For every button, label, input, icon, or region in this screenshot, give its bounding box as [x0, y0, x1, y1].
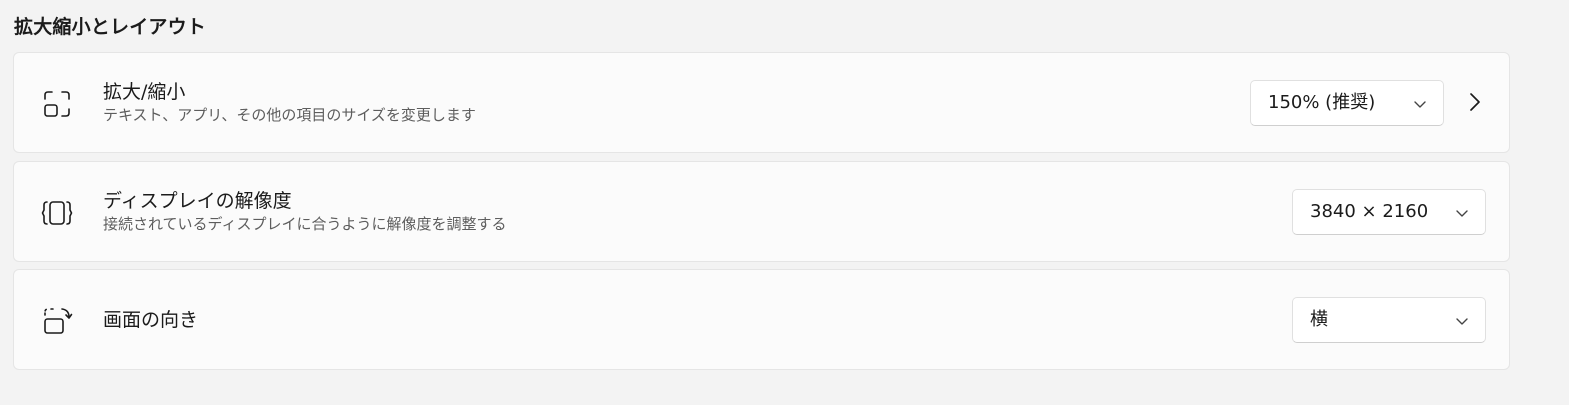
scale-dropdown-value: 150% (推奨)	[1268, 92, 1376, 113]
resolution-setting-card: ディスプレイの解像度 接続されているディスプレイに合うように解像度を調整する 3…	[13, 161, 1510, 262]
resolution-dropdown-value: 3840 × 2160	[1310, 201, 1429, 222]
resolution-description: 接続されているディスプレイに合うように解像度を調整する	[103, 215, 507, 233]
resolution-title: ディスプレイの解像度	[103, 190, 292, 212]
scale-icon	[41, 88, 73, 120]
resolution-icon	[41, 197, 73, 229]
scale-dropdown[interactable]: 150% (推奨)	[1250, 80, 1444, 126]
orientation-title: 画面の向き	[103, 309, 199, 331]
scale-title: 拡大/縮小	[103, 81, 186, 103]
orientation-setting-card: 画面の向き 横	[13, 269, 1510, 370]
section-title: 拡大縮小とレイアウト	[14, 16, 207, 38]
scale-description: テキスト、アプリ、その他の項目のサイズを変更します	[103, 106, 476, 124]
scale-setting-card: 拡大/縮小 テキスト、アプリ、その他の項目のサイズを変更します 150% (推奨…	[13, 52, 1510, 153]
orientation-icon	[41, 305, 73, 337]
chevron-down-icon	[1414, 101, 1426, 108]
resolution-dropdown[interactable]: 3840 × 2160	[1292, 189, 1486, 235]
chevron-down-icon	[1456, 318, 1468, 325]
chevron-right-icon[interactable]	[1464, 91, 1486, 113]
orientation-dropdown-value: 横	[1310, 309, 1328, 330]
orientation-dropdown[interactable]: 横	[1292, 297, 1486, 343]
chevron-down-icon	[1456, 210, 1468, 217]
